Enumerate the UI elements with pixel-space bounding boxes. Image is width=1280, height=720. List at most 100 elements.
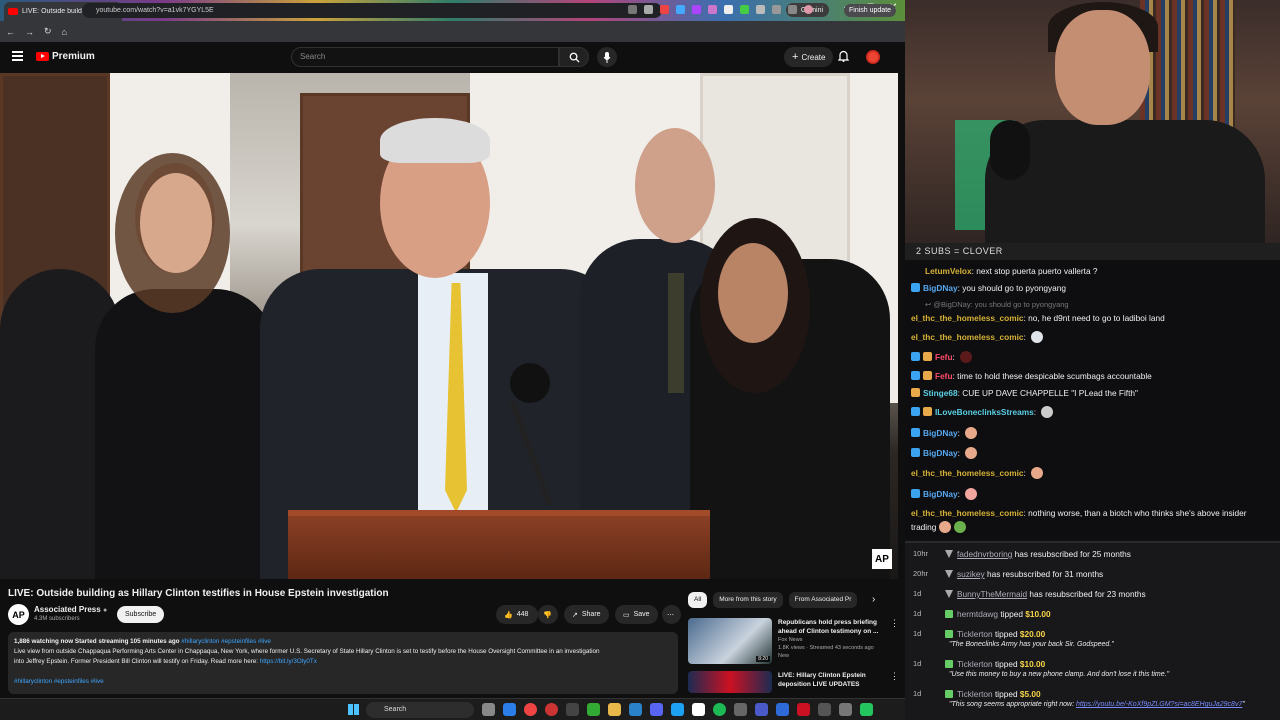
resub-icon xyxy=(945,570,953,578)
forward-icon[interactable]: → xyxy=(25,27,34,37)
taskbar-apps xyxy=(482,703,873,716)
back-icon[interactable]: ← xyxy=(6,27,15,37)
event-username[interactable]: suzikey xyxy=(957,569,985,579)
app-icon[interactable] xyxy=(629,703,642,716)
taskbar-search[interactable]: Search xyxy=(366,702,474,718)
app-icon[interactable] xyxy=(776,703,789,716)
extensions-puzzle-icon[interactable] xyxy=(756,5,765,14)
extension-icon[interactable] xyxy=(692,5,701,14)
chat-text: time to hold these despicable scumbags a… xyxy=(957,371,1152,381)
more-actions-button[interactable]: ⋯ xyxy=(662,605,681,624)
file-explorer-icon[interactable] xyxy=(608,703,621,716)
extension-icon[interactable] xyxy=(660,5,669,14)
finish-update-button[interactable]: Finish update xyxy=(844,4,897,17)
create-button[interactable]: + Create xyxy=(784,47,834,67)
like-count: 448 xyxy=(516,611,529,618)
discord-icon[interactable] xyxy=(650,703,663,716)
app-icon[interactable] xyxy=(839,703,852,716)
windows-start-icon[interactable] xyxy=(348,704,359,715)
more-vertical-icon[interactable]: ⋮ xyxy=(890,671,899,693)
chat-username[interactable]: Fefu xyxy=(935,371,953,381)
like-button[interactable]: 👍 448 xyxy=(496,605,538,624)
menu-icon[interactable] xyxy=(12,51,23,61)
app-icon[interactable] xyxy=(587,703,600,716)
youtube-header: Premium Search + Create xyxy=(0,42,905,73)
video-thumbnail[interactable] xyxy=(688,671,772,693)
extension-icon[interactable] xyxy=(708,5,717,14)
cast-icon[interactable] xyxy=(628,5,637,14)
youtube-logo[interactable]: Premium xyxy=(36,51,95,62)
stream-chat: LetumVelox: next stop puerta puerto vall… xyxy=(905,262,1280,538)
emote-icon xyxy=(954,521,967,533)
more-vertical-icon[interactable]: ⋮ xyxy=(890,618,899,664)
chat-username[interactable]: ILoveBoneclinksStreams xyxy=(935,407,1034,417)
chat-username[interactable]: LetumVelox xyxy=(925,266,972,276)
chat-username[interactable]: BigDNay xyxy=(923,428,958,438)
extension-icon[interactable] xyxy=(676,5,685,14)
obs-icon[interactable] xyxy=(566,703,579,716)
video-description[interactable]: 1,886 watching now Started streaming 105… xyxy=(8,632,678,694)
search-button[interactable] xyxy=(559,47,589,67)
chat-username[interactable]: BigDNay xyxy=(923,448,958,458)
edge-icon[interactable] xyxy=(503,703,516,716)
event-username[interactable]: Ticklerton xyxy=(957,689,993,699)
event-username[interactable]: Ticklerton xyxy=(957,659,993,669)
chip-more-from-story[interactable]: More from this story xyxy=(713,592,783,608)
recommended-video[interactable]: LIVE: Hillary Clinton Epstein deposition… xyxy=(688,671,899,693)
sidepanel-icon[interactable] xyxy=(772,5,781,14)
event-username[interactable]: BunnyTheMermaid xyxy=(957,589,1027,599)
extension-icon[interactable] xyxy=(724,5,733,14)
reload-icon[interactable]: ↻ xyxy=(44,26,52,37)
address-bar[interactable]: youtube.com/watch?v=a1vk7YGYL5E xyxy=(82,3,662,18)
chip-from-channel[interactable]: From Associated Pr xyxy=(788,592,858,608)
search-input[interactable]: Search xyxy=(291,47,559,67)
app-icon[interactable] xyxy=(860,703,873,716)
chat-username[interactable]: BigDNay xyxy=(923,489,958,499)
hashtags-inline[interactable]: #hillaryclinton #epsteinfiles #live xyxy=(181,638,271,645)
extension-icon[interactable] xyxy=(740,5,749,14)
spotify-icon[interactable] xyxy=(713,703,726,716)
chat-username[interactable]: Stinge68 xyxy=(923,388,958,398)
channel-avatar[interactable]: AP xyxy=(8,604,29,625)
app-icon[interactable] xyxy=(692,703,705,716)
chevron-right-icon[interactable]: › xyxy=(872,594,875,605)
chat-username[interactable]: el_thc_the_homeless_comic xyxy=(911,332,1024,342)
app-icon[interactable] xyxy=(671,703,684,716)
task-view-icon[interactable] xyxy=(482,703,495,716)
event-username[interactable]: fadednvrboring xyxy=(957,549,1012,559)
description-link[interactable]: https://bit.ly/3Oly0Tx xyxy=(260,658,317,665)
channel-name[interactable]: Associated Press ● xyxy=(34,605,107,614)
voice-search-button[interactable] xyxy=(597,47,617,67)
bookmark-star-icon[interactable] xyxy=(644,5,653,14)
dislike-button[interactable]: 👎 xyxy=(538,605,558,624)
profile-avatar-icon[interactable] xyxy=(804,5,813,14)
chat-username[interactable]: el_thc_the_homeless_comic xyxy=(911,468,1024,478)
video-thumbnail[interactable]: 8:20 xyxy=(688,618,772,664)
app-icon[interactable] xyxy=(818,703,831,716)
share-button[interactable]: ↗ Share xyxy=(564,605,609,624)
account-avatar[interactable] xyxy=(866,50,880,64)
chat-username[interactable]: Fefu xyxy=(935,352,953,362)
chat-username[interactable]: el_thc_the_homeless_comic xyxy=(911,313,1024,323)
chrome-icon[interactable] xyxy=(545,703,558,716)
chat-username[interactable]: el_thc_the_homeless_comic xyxy=(911,508,1024,518)
app-icon[interactable] xyxy=(797,703,810,716)
subscribe-button[interactable]: Subscribe xyxy=(117,606,165,623)
recommended-video[interactable]: 8:20 Republicans hold press briefing ahe… xyxy=(688,618,899,664)
reply-text: @BigDNay: you should go to pyongyang xyxy=(933,300,1069,309)
save-button[interactable]: ▭ Save xyxy=(615,605,658,624)
tip-message-link[interactable]: https://youtu.be/-KoXf9pZLGM?si=ac8EHguJ… xyxy=(1076,701,1242,708)
app-icon[interactable] xyxy=(734,703,747,716)
event-username[interactable]: Ticklerton xyxy=(957,629,993,639)
video-player[interactable]: AP xyxy=(0,73,898,579)
download-icon[interactable] xyxy=(788,5,797,14)
hashtags-bottom[interactable]: #hillaryclinton #epsteinfiles #live xyxy=(14,677,672,687)
youtube-play-icon xyxy=(36,52,49,61)
chip-all[interactable]: All xyxy=(688,592,708,608)
home-icon[interactable]: ⌂ xyxy=(62,27,67,37)
chat-username[interactable]: BigDNay xyxy=(923,283,958,293)
app-icon[interactable] xyxy=(755,703,768,716)
chrome-icon[interactable] xyxy=(524,703,537,716)
event-username[interactable]: hermtdawg xyxy=(957,609,998,619)
notifications-bell-icon[interactable] xyxy=(838,50,849,62)
